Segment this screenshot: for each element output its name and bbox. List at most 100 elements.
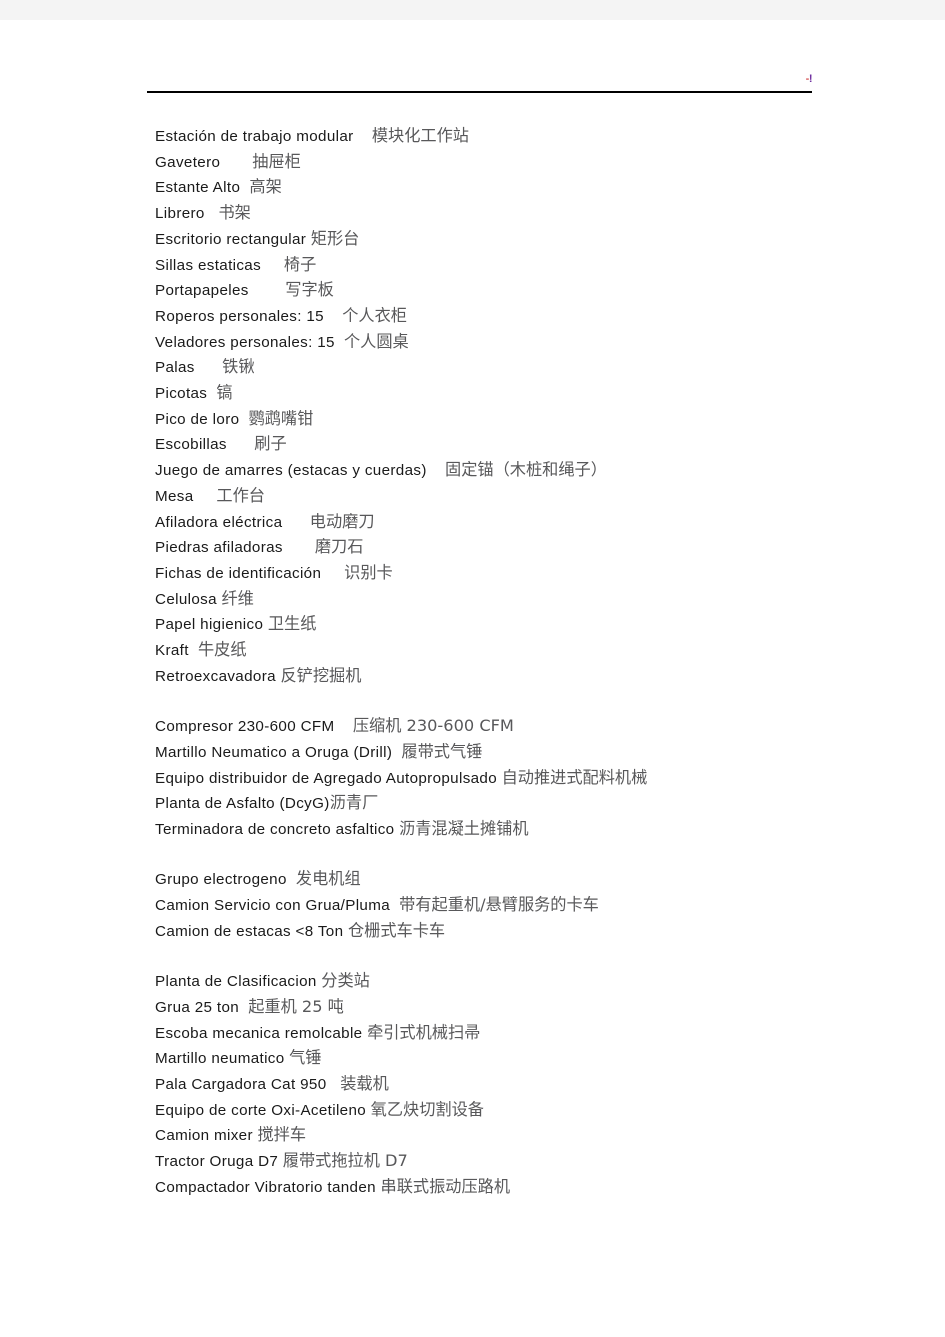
item-label-es: Retroexcavadora xyxy=(155,667,276,685)
item-line: Pico de loro 鹦鹉嘴钳 xyxy=(155,407,855,433)
item-line: Camion mixer 搅拌车 xyxy=(155,1123,855,1149)
item-line: Estante Alto 高架 xyxy=(155,175,855,201)
item-label-es: Equipo distribuidor de Agregado Autoprop… xyxy=(155,769,498,787)
item-label-es: Planta de Clasificacion xyxy=(155,973,317,991)
document-page: -! Estación de trabajo modular 模块化工作站 Gav… xyxy=(8,20,945,1337)
item-label-es: Piedras afiladoras xyxy=(155,539,283,557)
item-block: Compresor 230-600 CFM 压缩机 230-600 CFM Mar… xyxy=(155,714,855,843)
item-label-zh: 起重机 25 吨 xyxy=(248,996,344,1016)
item-label-zh: 压缩机 230-600 CFM xyxy=(352,716,514,736)
item-label-es: Afiladora eléctrica xyxy=(155,513,283,531)
item-label-es: Estante Alto xyxy=(155,179,241,197)
item-gap xyxy=(194,488,217,505)
item-label-es: Grua 25 ton xyxy=(155,998,240,1016)
page-header: -! xyxy=(147,74,813,104)
item-line: Escoba mecanica remolcable 牵引式机械扫帚 xyxy=(155,1021,855,1047)
item-label-es: Pico de loro xyxy=(155,410,240,428)
item-label-zh: 沥青混凝土摊铺机 xyxy=(399,818,529,838)
item-gap xyxy=(335,334,344,351)
item-label-zh: 带有起重机/悬臂服务的卡车 xyxy=(399,895,599,915)
item-line: Camion Servicio con Grua/Pluma 带有起重机/悬臂服… xyxy=(155,893,855,919)
item-line: Retroexcavadora 反铲挖掘机 xyxy=(155,664,855,690)
item-label-zh: 高架 xyxy=(249,177,282,197)
item-label-es: Escobillas xyxy=(155,436,227,454)
item-label-es: Equipo de corte Oxi-Acetileno xyxy=(155,1101,367,1119)
item-label-es: Veladores personales: 15 xyxy=(155,333,335,351)
item-label-es: Camion de estacas <8 Ton xyxy=(155,922,344,940)
item-label-zh: 模块化工作站 xyxy=(371,126,469,145)
item-label-zh: 个人衣柜 xyxy=(342,305,407,325)
item-line: Pala Cargadora Cat 950 装载机 xyxy=(155,1072,855,1098)
item-label-zh: 鹦鹉嘴钳 xyxy=(248,408,314,428)
item-line: Gavetero 抽屉柜 xyxy=(155,150,855,176)
top-gray-band xyxy=(0,0,945,20)
item-line: Librero 书架 xyxy=(155,201,855,227)
item-line: Estación de trabajo modular 模块化工作站 xyxy=(155,124,855,150)
item-label-zh: 写字板 xyxy=(285,280,334,300)
item-label-es: Portapapeles xyxy=(155,282,249,300)
item-label-es: Picotas xyxy=(155,385,208,403)
item-line: Roperos personales: 15 个人衣柜 xyxy=(155,304,855,330)
item-label-zh: 反铲挖掘机 xyxy=(280,665,362,685)
item-line: Escobillas 刷子 xyxy=(155,432,855,458)
item-gap xyxy=(227,436,254,453)
item-label-zh: 串联式振动压路机 xyxy=(380,1176,511,1196)
item-gap xyxy=(189,642,198,659)
item-line: Mesa 工作台 xyxy=(155,484,855,510)
item-label-zh: 仓栅式车卡车 xyxy=(347,920,446,940)
item-label-es: Escritorio rectangular xyxy=(155,230,307,248)
item-label-zh: 个人圆桌 xyxy=(343,331,409,351)
item-gap xyxy=(335,718,353,735)
item-label-es: Roperos personales: 15 xyxy=(155,307,324,325)
document-body: Estación de trabajo modular 模块化工作站 Gavete… xyxy=(155,124,855,1200)
item-line: Camion de estacas <8 Ton 仓栅式车卡车 xyxy=(155,919,855,945)
item-label-zh: 搅拌车 xyxy=(257,1125,307,1145)
item-gap xyxy=(283,539,315,556)
item-label-zh: 装载机 xyxy=(340,1073,389,1093)
item-gap xyxy=(195,359,222,376)
item-gap xyxy=(287,871,296,888)
item-label-zh: 牛皮纸 xyxy=(197,640,247,660)
item-label-zh: 工作台 xyxy=(216,485,265,505)
item-block: Planta de Clasificacion 分类站 Grua 25 ton 起… xyxy=(155,969,855,1200)
item-label-es: Planta de Asfalto (DcyG) xyxy=(155,795,330,813)
item-label-es: Terminadora de concreto asfaltico xyxy=(155,820,395,838)
item-label-zh: 卫生纸 xyxy=(267,614,317,634)
item-line: Picotas 镐 xyxy=(155,381,855,407)
item-label-es: Estación de trabajo modular xyxy=(155,128,354,145)
item-label-zh: 气锤 xyxy=(289,1048,322,1068)
item-gap xyxy=(324,308,342,325)
item-label-es: Papel higienico xyxy=(155,616,264,634)
item-line: Tractor Oruga D7 履带式拖拉机 D7 xyxy=(155,1149,855,1175)
item-label-es: Tractor Oruga D7 xyxy=(155,1153,279,1171)
item-label-es: Compresor 230-600 CFM xyxy=(155,718,335,736)
item-label-es: Escoba mecanica remolcable xyxy=(155,1024,363,1042)
item-label-zh: 沥青厂 xyxy=(329,793,379,813)
item-label-es: Palas xyxy=(155,359,195,377)
item-line: Terminadora de concreto asfaltico 沥青混凝土摊… xyxy=(155,817,855,843)
item-label-zh: 矩形台 xyxy=(310,228,360,248)
item-label-es: Camion Servicio con Grua/Pluma xyxy=(155,897,391,915)
item-label-zh: 履带式拖拉机 D7 xyxy=(282,1151,408,1171)
item-line: Veladores personales: 15 个人圆桌 xyxy=(155,330,855,356)
item-label-es: Librero xyxy=(155,205,205,223)
item-block: Grupo electrogeno 发电机组 Camion Servicio co… xyxy=(155,867,855,944)
item-line: Sillas estaticas 椅子 xyxy=(155,253,855,279)
item-label-zh: 自动推进式配料机械 xyxy=(501,767,648,787)
item-line: Afiladora eléctrica 电动磨刀 xyxy=(155,510,855,536)
item-line: Piedras afiladoras 磨刀石 xyxy=(155,535,855,561)
item-gap xyxy=(239,999,248,1016)
item-line: Escritorio rectangular 矩形台 xyxy=(155,227,855,253)
item-label-zh: 固定锚（木桩和绳子） xyxy=(445,460,607,480)
item-gap xyxy=(327,1076,341,1093)
item-line: Compactador Vibratorio tanden 串联式振动压路机 xyxy=(155,1175,855,1201)
item-gap xyxy=(390,897,399,914)
item-label-zh: 识别卡 xyxy=(344,562,393,582)
item-label-zh: 刷子 xyxy=(254,434,287,454)
item-label-es: Gavetero xyxy=(155,153,221,171)
item-line: Celulosa 纤维 xyxy=(155,587,855,613)
item-block: Estación de trabajo modular 模块化工作站 Gavete… xyxy=(155,124,855,689)
item-label-es: Pala Cargadora Cat 950 xyxy=(155,1075,327,1093)
